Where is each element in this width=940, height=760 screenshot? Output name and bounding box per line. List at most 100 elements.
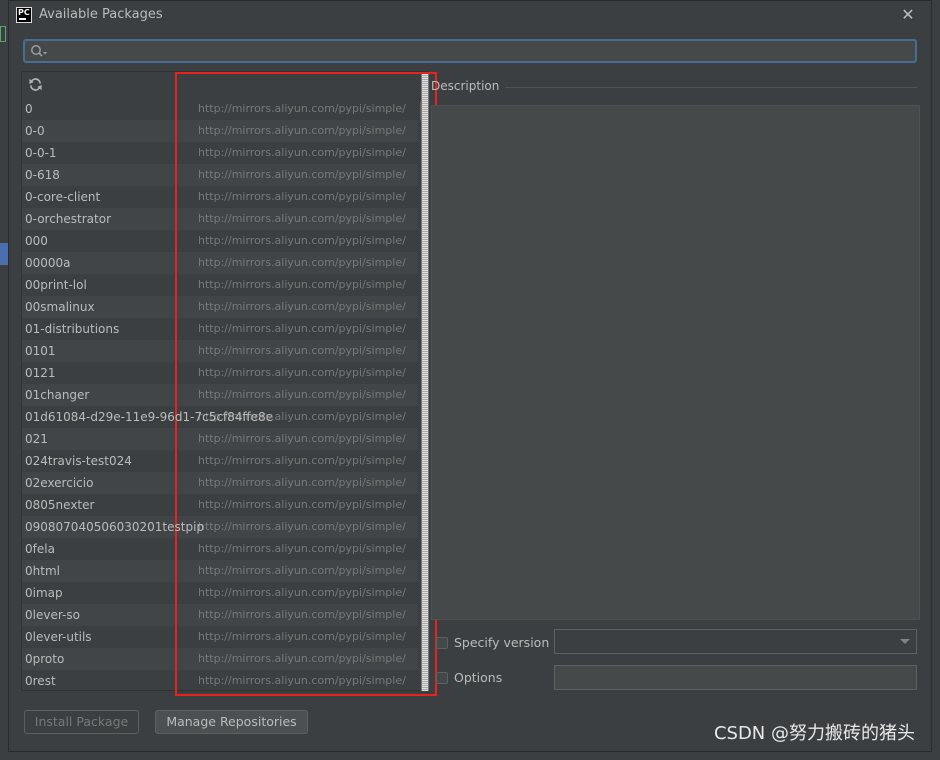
package-repository: http://mirrors.aliyun.com/pypi/simple/ [198, 322, 406, 335]
package-row[interactable]: 0fela http://mirrors.aliyun.com/pypi/simp… [22, 538, 418, 560]
package-list-panel: 0 http://mirrors.aliyun.com/pypi/simple/0… [21, 71, 429, 691]
refresh-icon[interactable] [28, 77, 43, 92]
search-input[interactable] [23, 39, 917, 63]
package-name: 01d61084-d29e-11e9-96d1-7c5cf84ffe8e [25, 410, 274, 424]
package-repository: http://mirrors.aliyun.com/pypi/simple/ [198, 652, 406, 665]
version-dropdown[interactable] [554, 629, 917, 654]
package-row[interactable]: 00000a http://mirrors.aliyun.com/pypi/sim… [22, 252, 418, 274]
package-name: 0-orchestrator [25, 212, 112, 226]
description-panel [431, 105, 920, 620]
package-repository: http://mirrors.aliyun.com/pypi/simple/ [198, 366, 406, 379]
background-ide-right-edge [932, 0, 940, 760]
package-row[interactable]: 00print-lol http://mirrors.aliyun.com/pyp… [22, 274, 418, 296]
package-row[interactable]: 0805nexter http://mirrors.aliyun.com/pypi… [22, 494, 418, 516]
options-input[interactable] [554, 665, 917, 690]
package-row[interactable]: 0101 http://mirrors.aliyun.com/pypi/simpl… [22, 340, 418, 362]
package-repository: http://mirrors.aliyun.com/pypi/simple/ [198, 388, 406, 401]
csdn-watermark: CSDN @努力搬砖的猪头 [713, 723, 915, 744]
package-name: 0imap [25, 586, 63, 600]
package-row[interactable]: 0-618 http://mirrors.aliyun.com/pypi/simp… [22, 164, 418, 186]
panel-splitter[interactable] [421, 73, 429, 691]
package-name: 0805nexter [25, 498, 95, 512]
package-repository: http://mirrors.aliyun.com/pypi/simple/ [198, 520, 406, 533]
package-name: 021 [25, 432, 48, 446]
package-name: 00000a [25, 256, 71, 270]
package-row[interactable]: 0 http://mirrors.aliyun.com/pypi/simple/ [22, 98, 418, 120]
package-row[interactable]: 021 http://mirrors.aliyun.com/pypi/simple… [22, 428, 418, 450]
package-row[interactable]: 0rest http://mirrors.aliyun.com/pypi/simp… [22, 670, 418, 690]
package-name: 0-0 [25, 124, 45, 138]
package-name: 024travis-test024 [25, 454, 132, 468]
package-name: 02exercicio [25, 476, 94, 490]
package-name: 0html [25, 564, 60, 578]
package-row[interactable]: 01changer http://mirrors.aliyun.com/pypi/… [22, 384, 418, 406]
available-packages-dialog: PC Available Packages ✕ 0 http://mirrors.… [8, 0, 932, 752]
chevron-down-icon [900, 639, 910, 644]
package-repository: http://mirrors.aliyun.com/pypi/simple/ [198, 212, 406, 225]
package-name: 00smalinux [25, 300, 95, 314]
package-row[interactable]: 0-core-client http://mirrors.aliyun.com/p… [22, 186, 418, 208]
package-repository: http://mirrors.aliyun.com/pypi/simple/ [198, 300, 406, 313]
package-row[interactable]: 0lever-so http://mirrors.aliyun.com/pypi/… [22, 604, 418, 626]
package-row[interactable]: 024travis-test024 http://mirrors.aliyun.c… [22, 450, 418, 472]
package-repository: http://mirrors.aliyun.com/pypi/simple/ [198, 476, 406, 489]
package-name: 0rest [25, 674, 56, 688]
package-repository: http://mirrors.aliyun.com/pypi/simple/ [198, 498, 406, 511]
package-repository: http://mirrors.aliyun.com/pypi/simple/ [198, 432, 406, 445]
package-row[interactable]: 090807040506030201testpip http://mirrors.… [22, 516, 418, 538]
package-repository: http://mirrors.aliyun.com/pypi/simple/ [198, 146, 406, 159]
package-name: 0lever-so [25, 608, 80, 622]
package-row[interactable]: 00smalinux http://mirrors.aliyun.com/pypi… [22, 296, 418, 318]
package-name: 01changer [25, 388, 90, 402]
package-row[interactable]: 02exercicio http://mirrors.aliyun.com/pyp… [22, 472, 418, 494]
description-separator [505, 87, 917, 88]
package-name: 0 [25, 102, 33, 116]
package-row[interactable]: 0lever-utils http://mirrors.aliyun.com/py… [22, 626, 418, 648]
package-row[interactable]: 01-distributions http://mirrors.aliyun.co… [22, 318, 418, 340]
install-package-button[interactable]: Install Package [24, 710, 139, 734]
package-repository: http://mirrors.aliyun.com/pypi/simple/ [198, 586, 406, 599]
manage-repositories-button[interactable]: Manage Repositories [155, 710, 308, 734]
package-repository: http://mirrors.aliyun.com/pypi/simple/ [198, 344, 406, 357]
pycharm-app-icon: PC [16, 7, 32, 23]
background-ide-left-edge [0, 0, 8, 760]
package-repository: http://mirrors.aliyun.com/pypi/simple/ [198, 168, 406, 181]
ide-green-marker [0, 26, 6, 42]
package-repository: http://mirrors.aliyun.com/pypi/simple/ [198, 564, 406, 577]
package-list-toolbar [22, 72, 428, 99]
package-row[interactable]: 000 http://mirrors.aliyun.com/pypi/simple… [22, 230, 418, 252]
package-row[interactable]: 0121 http://mirrors.aliyun.com/pypi/simpl… [22, 362, 418, 384]
package-name: 090807040506030201testpip [25, 520, 205, 534]
package-repository: http://mirrors.aliyun.com/pypi/simple/ [198, 454, 406, 467]
specify-version-checkbox[interactable] [436, 637, 448, 649]
close-icon[interactable]: ✕ [899, 6, 917, 24]
package-row[interactable]: 0-0 http://mirrors.aliyun.com/pypi/simple… [22, 120, 418, 142]
ide-selection-marker [0, 243, 8, 265]
search-icon [31, 45, 47, 57]
package-row[interactable]: 0-0-1 http://mirrors.aliyun.com/pypi/simp… [22, 142, 418, 164]
package-name: 0101 [25, 344, 56, 358]
package-repository: http://mirrors.aliyun.com/pypi/simple/ [198, 278, 406, 291]
dialog-title: Available Packages [39, 7, 163, 22]
package-repository: http://mirrors.aliyun.com/pypi/simple/ [198, 542, 406, 555]
package-name: 000 [25, 234, 48, 248]
background-ide-bottom-edge [0, 752, 940, 760]
description-label: Description [431, 79, 500, 93]
package-row[interactable]: 0-orchestrator http://mirrors.aliyun.com/… [22, 208, 418, 230]
package-repository: http://mirrors.aliyun.com/pypi/simple/ [198, 234, 406, 247]
package-repository: http://mirrors.aliyun.com/pypi/simple/ [198, 256, 406, 269]
options-checkbox[interactable] [436, 672, 448, 684]
specify-version-label: Specify version [454, 635, 550, 650]
options-label: Options [454, 670, 503, 685]
package-name: 0proto [25, 652, 65, 666]
package-row[interactable]: 0proto http://mirrors.aliyun.com/pypi/sim… [22, 648, 418, 670]
package-row[interactable]: 0html http://mirrors.aliyun.com/pypi/simp… [22, 560, 418, 582]
package-row[interactable]: 01d61084-d29e-11e9-96d1-7c5cf84ffe8e http… [22, 406, 418, 428]
package-repository: http://mirrors.aliyun.com/pypi/simple/ [198, 102, 406, 115]
package-name: 01-distributions [25, 322, 120, 336]
package-row[interactable]: 0imap http://mirrors.aliyun.com/pypi/simp… [22, 582, 418, 604]
package-repository: http://mirrors.aliyun.com/pypi/simple/ [198, 124, 406, 137]
package-name: 0121 [25, 366, 56, 380]
package-list: 0 http://mirrors.aliyun.com/pypi/simple/0… [22, 98, 418, 690]
package-repository: http://mirrors.aliyun.com/pypi/simple/ [198, 608, 406, 621]
